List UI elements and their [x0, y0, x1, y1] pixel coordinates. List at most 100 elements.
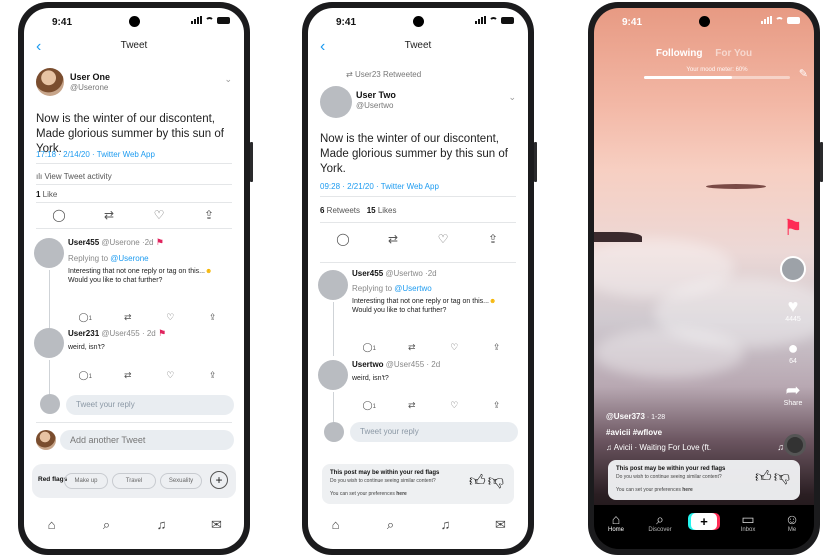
reply-icon[interactable]: ◯1: [75, 370, 95, 381]
create-button[interactable]: +: [690, 511, 718, 549]
thumbs-down-icon[interactable]: 👎︎: [774, 469, 792, 486]
song-title[interactable]: Avicii · Waiting For Love (ft.: [614, 443, 711, 452]
reply-text: weird, isn't?: [352, 375, 389, 382]
chip-make-up[interactable]: Make up: [64, 473, 108, 489]
reply-icon[interactable]: ◯1: [359, 400, 379, 411]
add-red-flag-button[interactable]: +: [210, 471, 228, 489]
home-icon[interactable]: ⌂: [42, 517, 62, 541]
author-name[interactable]: User One: [70, 72, 110, 82]
like-icon[interactable]: ♡: [444, 342, 464, 353]
reply-input[interactable]: Tweet your reply: [350, 422, 518, 442]
video-hashtags[interactable]: #avicii #wflove: [606, 428, 662, 437]
author-avatar[interactable]: [320, 86, 352, 118]
reply-avatar[interactable]: [34, 238, 64, 268]
chevron-down-icon[interactable]: ⌄: [508, 92, 516, 103]
bell-icon[interactable]: ♫: [436, 517, 456, 541]
retweeted-by: ⇄ User23 Retweeted: [346, 70, 422, 79]
like-icon[interactable]: ♡: [433, 232, 453, 246]
replying-to-mention[interactable]: @Userone: [110, 254, 148, 263]
heart-icon[interactable]: ♥: [780, 296, 806, 316]
camera-notch: [413, 16, 424, 27]
like-icon[interactable]: ♡: [160, 370, 180, 381]
retweet-icon[interactable]: ⇄: [99, 208, 119, 222]
author-avatar[interactable]: [36, 68, 64, 96]
search-icon[interactable]: ⌕: [97, 517, 117, 541]
author-name[interactable]: User Two: [356, 90, 396, 100]
retweet-icon[interactable]: ⇄: [118, 370, 138, 381]
preferences-link[interactable]: here: [682, 487, 693, 493]
retweet-icon[interactable]: ⇄: [402, 342, 422, 353]
share-icon[interactable]: ➦: [780, 380, 806, 400]
thumbs-up-icon[interactable]: 👍︎: [755, 469, 774, 486]
music-disc[interactable]: [784, 434, 806, 456]
preferences-link[interactable]: here: [396, 491, 407, 497]
search-icon[interactable]: ⌕: [381, 517, 401, 541]
reply-author-name[interactable]: User455: [68, 238, 99, 247]
share-icon[interactable]: ⇪: [203, 312, 223, 323]
mail-icon[interactable]: ✉: [491, 517, 511, 541]
comment-button[interactable]: ● 64: [780, 338, 806, 365]
reply-author-name[interactable]: Usertwo: [352, 360, 384, 369]
reply-avatar[interactable]: [34, 328, 64, 358]
reply-author-name[interactable]: User231: [68, 329, 99, 338]
mail-icon[interactable]: ✉: [207, 517, 227, 541]
chevron-down-icon[interactable]: ⌄: [224, 74, 232, 85]
plus-icon: +: [691, 513, 717, 530]
tab-for-you[interactable]: For You: [715, 48, 752, 59]
tab-inbox[interactable]: ▭ Inbox: [734, 511, 762, 549]
status-time: 9:41: [336, 17, 357, 28]
engagement-counts[interactable]: 6 Retweets 15 Likes: [320, 206, 397, 215]
like-icon[interactable]: ♡: [160, 312, 180, 323]
author-handle[interactable]: @Usertwo: [356, 101, 393, 110]
likes-count[interactable]: 1 Like: [36, 190, 57, 199]
reply-icon[interactable]: ◯: [49, 208, 69, 222]
tab-discover[interactable]: ⌕ Discover: [646, 511, 674, 549]
reply-avatar[interactable]: [318, 360, 348, 390]
like-icon[interactable]: ♡: [444, 400, 464, 411]
share-icon[interactable]: ⇪: [483, 232, 503, 246]
tab-following[interactable]: Following: [656, 48, 703, 59]
retweet-icon[interactable]: ⇄: [118, 312, 138, 323]
back-icon[interactable]: ‹: [320, 38, 325, 56]
author-handle[interactable]: @Userone: [70, 83, 108, 92]
chip-travel[interactable]: Travel: [112, 473, 156, 489]
view-activity-link[interactable]: ılı View Tweet activity: [36, 172, 112, 181]
tweet-source-link[interactable]: Twitter Web App: [381, 182, 439, 191]
bell-icon[interactable]: ♫: [152, 517, 172, 541]
thumbs-down-icon[interactable]: 👎︎: [488, 473, 506, 490]
share-icon[interactable]: ⇪: [487, 342, 507, 353]
red-flag-button[interactable]: ⚑: [780, 217, 806, 239]
share-button[interactable]: ➦ Share: [780, 380, 806, 407]
reply-icon[interactable]: ◯1: [359, 342, 379, 353]
like-icon[interactable]: ♡: [149, 208, 169, 222]
reply-icon[interactable]: ◯: [333, 232, 353, 246]
home-icon[interactable]: ⌂: [326, 517, 346, 541]
inbox-icon: ▭: [741, 511, 755, 527]
emoji-icon: ☻: [204, 268, 213, 275]
reply-icon[interactable]: ◯1: [75, 312, 95, 323]
comment-icon[interactable]: ●: [780, 338, 806, 358]
video-username[interactable]: @User373: [606, 412, 645, 421]
like-button[interactable]: ♥ 4445: [780, 296, 806, 323]
edit-icon[interactable]: ✎: [799, 67, 808, 80]
retweet-icon[interactable]: ⇄: [402, 400, 422, 411]
back-icon[interactable]: ‹: [36, 38, 41, 56]
red-flag-icon[interactable]: ⚑: [156, 237, 164, 247]
share-icon[interactable]: ⇪: [487, 400, 507, 411]
replying-to-mention[interactable]: @Usertwo: [394, 284, 431, 293]
share-icon[interactable]: ⇪: [199, 208, 219, 222]
add-tweet-input[interactable]: Add another Tweet: [60, 430, 234, 450]
tweet-source-link[interactable]: Twitter Web App: [97, 150, 155, 159]
tab-home[interactable]: ⌂ Home: [602, 511, 630, 549]
retweet-icon[interactable]: ⇄: [383, 232, 403, 246]
reply-input[interactable]: Tweet your reply: [66, 395, 234, 415]
reply-avatar[interactable]: [318, 270, 348, 300]
tab-me[interactable]: ☺ Me: [778, 511, 806, 549]
share-icon[interactable]: ⇪: [203, 370, 223, 381]
red-flag-icon[interactable]: ⚑: [158, 328, 166, 338]
chip-sexuality[interactable]: Sexuality: [160, 473, 202, 489]
creator-avatar[interactable]: [780, 256, 806, 282]
thumbs-up-icon[interactable]: 👍︎: [469, 473, 488, 490]
red-flag-icon[interactable]: ⚑: [780, 217, 806, 239]
reply-author-name[interactable]: User455: [352, 269, 383, 278]
